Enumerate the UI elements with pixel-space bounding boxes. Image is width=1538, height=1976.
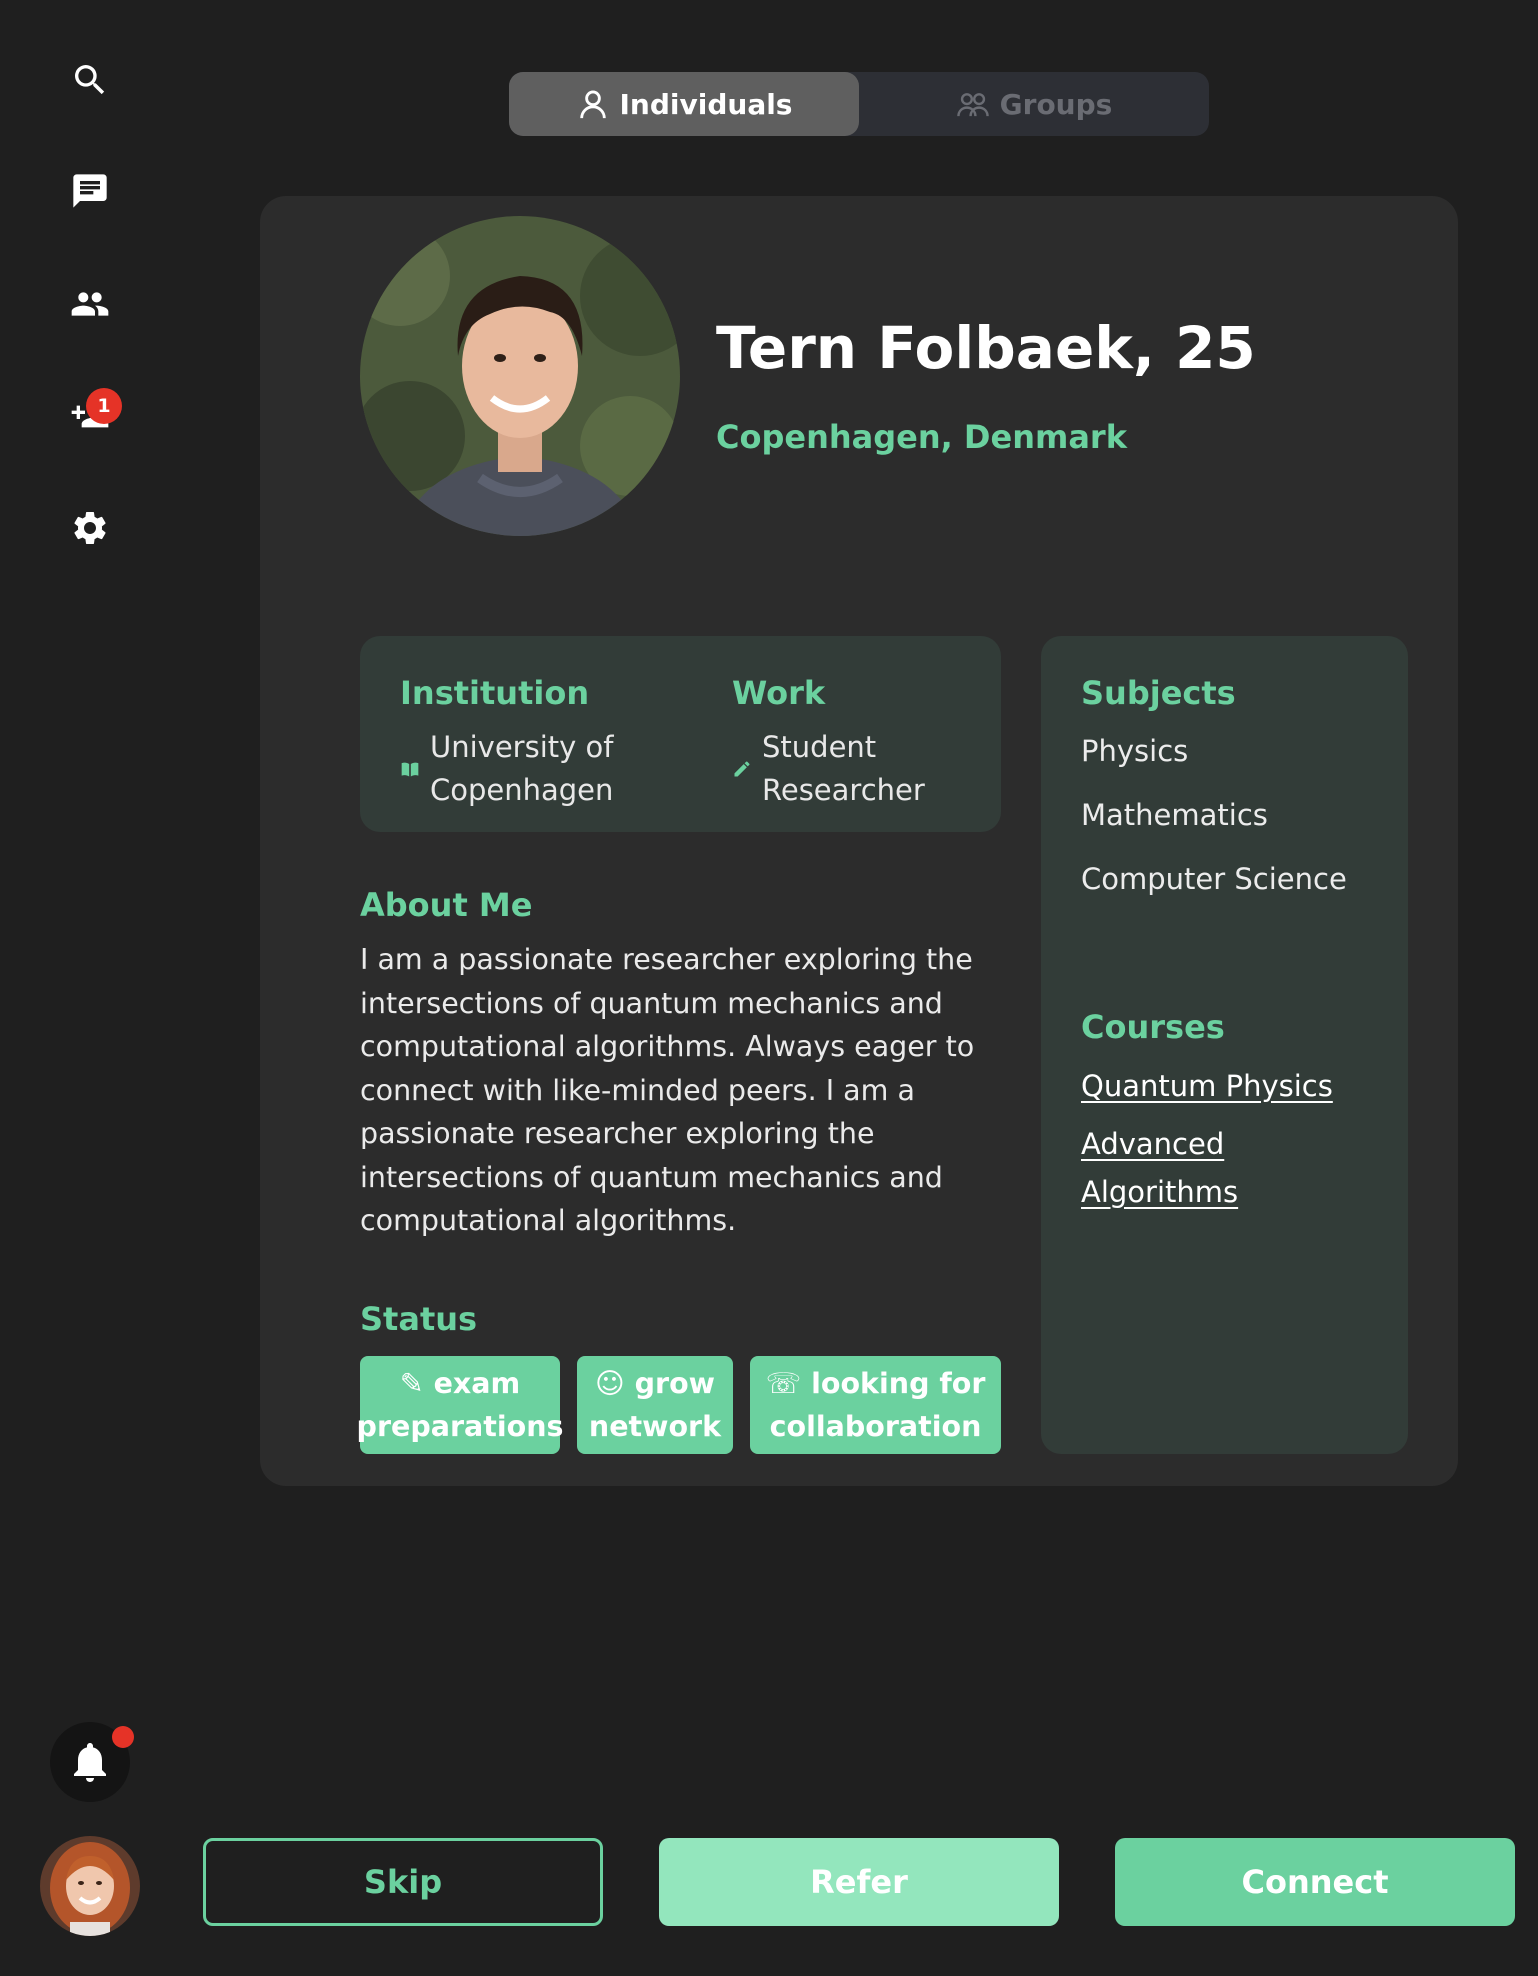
- bell-icon: [74, 1743, 106, 1782]
- subject-item: Mathematics: [1081, 798, 1268, 832]
- tab-individuals-label: Individuals: [619, 87, 793, 121]
- institution-label: Institution: [400, 674, 590, 712]
- refer-button[interactable]: Refer: [659, 1838, 1059, 1926]
- institution-work-panel: Institution University of Copenhagen Wor…: [360, 636, 1001, 832]
- work-value: Student Researcher: [762, 730, 925, 807]
- unread-dot: [112, 1726, 134, 1748]
- about-text: I am a passionate researcher exploring t…: [360, 943, 975, 1237]
- status-chip-label: ☺ grow network: [588, 1367, 722, 1443]
- connect-button[interactable]: Connect: [1115, 1838, 1515, 1926]
- subject-item: Physics: [1081, 734, 1189, 768]
- courses-title: Courses: [1081, 1008, 1225, 1046]
- about-title: About Me: [360, 886, 533, 924]
- status-title: Status: [360, 1300, 478, 1338]
- work-value-row: Student Researcher: [732, 726, 942, 812]
- people-button[interactable]: [60, 274, 120, 334]
- profile-photo-image: [360, 216, 680, 536]
- my-avatar[interactable]: [40, 1836, 140, 1936]
- search-icon: [75, 65, 105, 95]
- book-icon: [401, 762, 419, 777]
- subjects-title: Subjects: [1081, 674, 1236, 712]
- tab-groups[interactable]: Groups: [859, 72, 1209, 136]
- notifications-button[interactable]: [50, 1722, 134, 1802]
- status-chip-label: ✎ exam preparations: [356, 1367, 564, 1443]
- skip-button[interactable]: Skip: [203, 1838, 603, 1926]
- pencil-icon: [734, 761, 750, 777]
- avatar-image: [40, 1836, 140, 1936]
- chat-icon: [73, 174, 107, 208]
- tab-groups-label: Groups: [999, 87, 1113, 121]
- status-chip-network[interactable]: ☺ grow network: [577, 1356, 733, 1454]
- subject-item: Computer Science: [1081, 862, 1347, 896]
- messages-button[interactable]: [60, 161, 120, 221]
- course-link-advanced-algorithms[interactable]: Advanced Algorithms: [1081, 1120, 1251, 1216]
- notification-badge: 1: [86, 388, 122, 424]
- search-button[interactable]: [60, 50, 120, 110]
- profile-photo: [360, 216, 680, 536]
- profile-name: Tern Folbaek, 25: [716, 314, 1256, 382]
- profile-location: Copenhagen, Denmark: [716, 418, 1127, 456]
- settings-button[interactable]: [60, 498, 120, 558]
- status-chip-exam[interactable]: ✎ exam preparations: [357, 1356, 563, 1454]
- people-icon: [71, 292, 109, 316]
- course-link-quantum-physics[interactable]: Quantum Physics: [1081, 1062, 1381, 1110]
- person-icon: [579, 90, 606, 119]
- institution-value: University of Copenhagen: [430, 730, 614, 807]
- group-icon: [956, 93, 989, 117]
- work-label: Work: [732, 674, 826, 712]
- view-toggle: Individuals Groups: [509, 72, 1209, 136]
- status-chip-label: ☏ looking for collaboration: [765, 1367, 986, 1443]
- gear-icon: [74, 512, 106, 544]
- tab-individuals[interactable]: Individuals: [509, 72, 859, 136]
- status-chip-collaboration[interactable]: ☏ looking for collaboration: [750, 1356, 1001, 1454]
- profile-card: Tern Folbaek, 25 Copenhagen, Denmark Ins…: [260, 196, 1458, 1486]
- institution-value-row: University of Copenhagen: [400, 726, 630, 812]
- work-section: Work Student Researcher: [732, 674, 942, 812]
- requests-button[interactable]: 1: [60, 384, 122, 444]
- subjects-courses-panel: Subjects Physics Mathematics Computer Sc…: [1041, 636, 1408, 1454]
- institution-section: Institution University of Copenhagen: [400, 674, 630, 812]
